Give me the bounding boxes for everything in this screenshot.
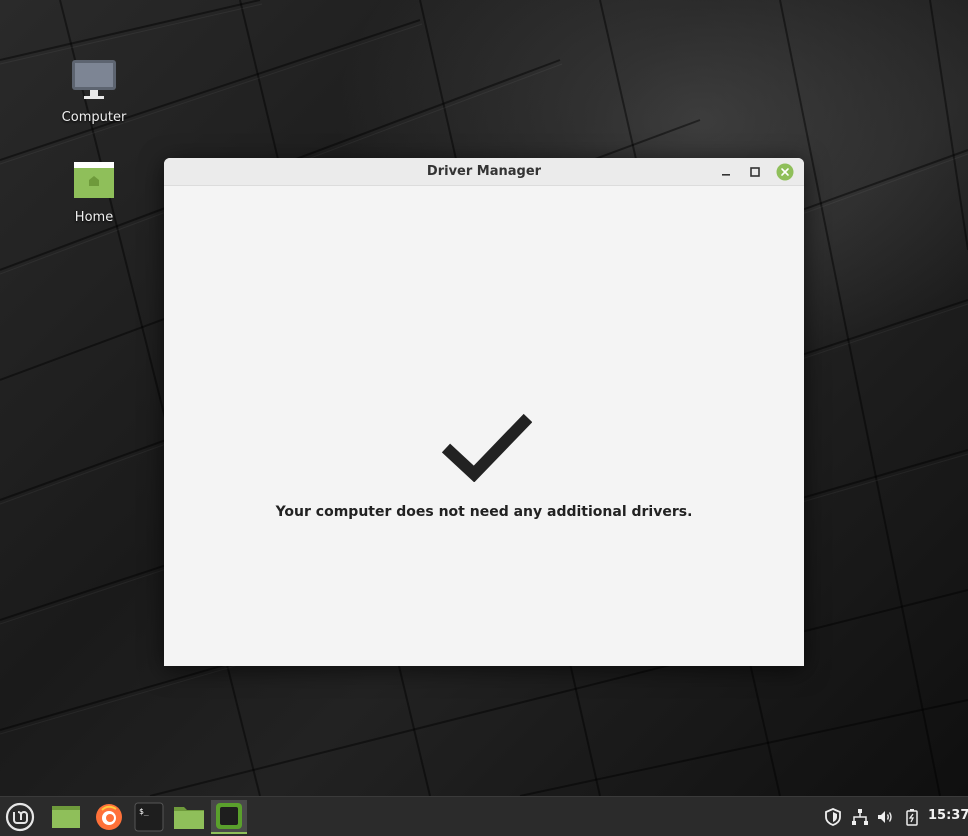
maximize-button[interactable] <box>745 162 765 182</box>
svg-text:$_: $_ <box>139 807 149 816</box>
firefox-launcher[interactable] <box>91 800 127 834</box>
driver-manager-icon <box>216 803 242 829</box>
minimize-icon <box>722 174 730 176</box>
window-content: Your computer does not need any addition… <box>164 186 804 666</box>
desktop-icon-home[interactable]: Home <box>49 158 139 225</box>
battery-icon <box>906 809 918 826</box>
status-message: Your computer does not need any addition… <box>275 504 693 520</box>
tray-battery[interactable] <box>902 807 922 827</box>
window-titlebar[interactable]: Driver Manager <box>164 158 804 186</box>
mint-menu-icon <box>5 802 35 832</box>
driver-manager-window: Driver Manager Your computer does not ne… <box>164 158 804 666</box>
computer-icon <box>72 60 116 99</box>
window-title: Driver Manager <box>426 164 542 179</box>
close-button[interactable] <box>775 162 795 182</box>
clock[interactable]: 15:37 <box>928 808 968 823</box>
menu-button[interactable] <box>2 800 38 834</box>
driver-manager-taskbar-item[interactable] <box>211 800 247 834</box>
files-launcher[interactable] <box>171 800 207 834</box>
network-icon <box>852 809 868 825</box>
firefox-icon <box>96 804 122 830</box>
checkmark-icon <box>442 413 532 482</box>
home-folder-icon <box>74 162 114 198</box>
taskbar: $_ 15:37 <box>0 796 968 836</box>
tray-volume[interactable] <box>875 807 895 827</box>
close-icon <box>776 163 794 181</box>
desktop-icon-label: Home <box>74 210 114 225</box>
terminal-launcher[interactable]: $_ <box>131 800 167 834</box>
files-icon <box>174 807 204 829</box>
tray-network[interactable] <box>850 807 870 827</box>
volume-icon <box>878 811 892 823</box>
desktop-icon-computer[interactable]: Computer <box>49 58 139 125</box>
terminal-icon: $_ <box>134 802 164 832</box>
tray-shield[interactable] <box>823 807 843 827</box>
shield-icon <box>825 808 841 826</box>
show-desktop-button[interactable] <box>48 800 84 834</box>
show-desktop-icon <box>52 806 80 828</box>
desktop-icon-label: Computer <box>61 110 127 125</box>
minimize-button[interactable] <box>716 162 736 182</box>
maximize-icon <box>750 167 760 177</box>
